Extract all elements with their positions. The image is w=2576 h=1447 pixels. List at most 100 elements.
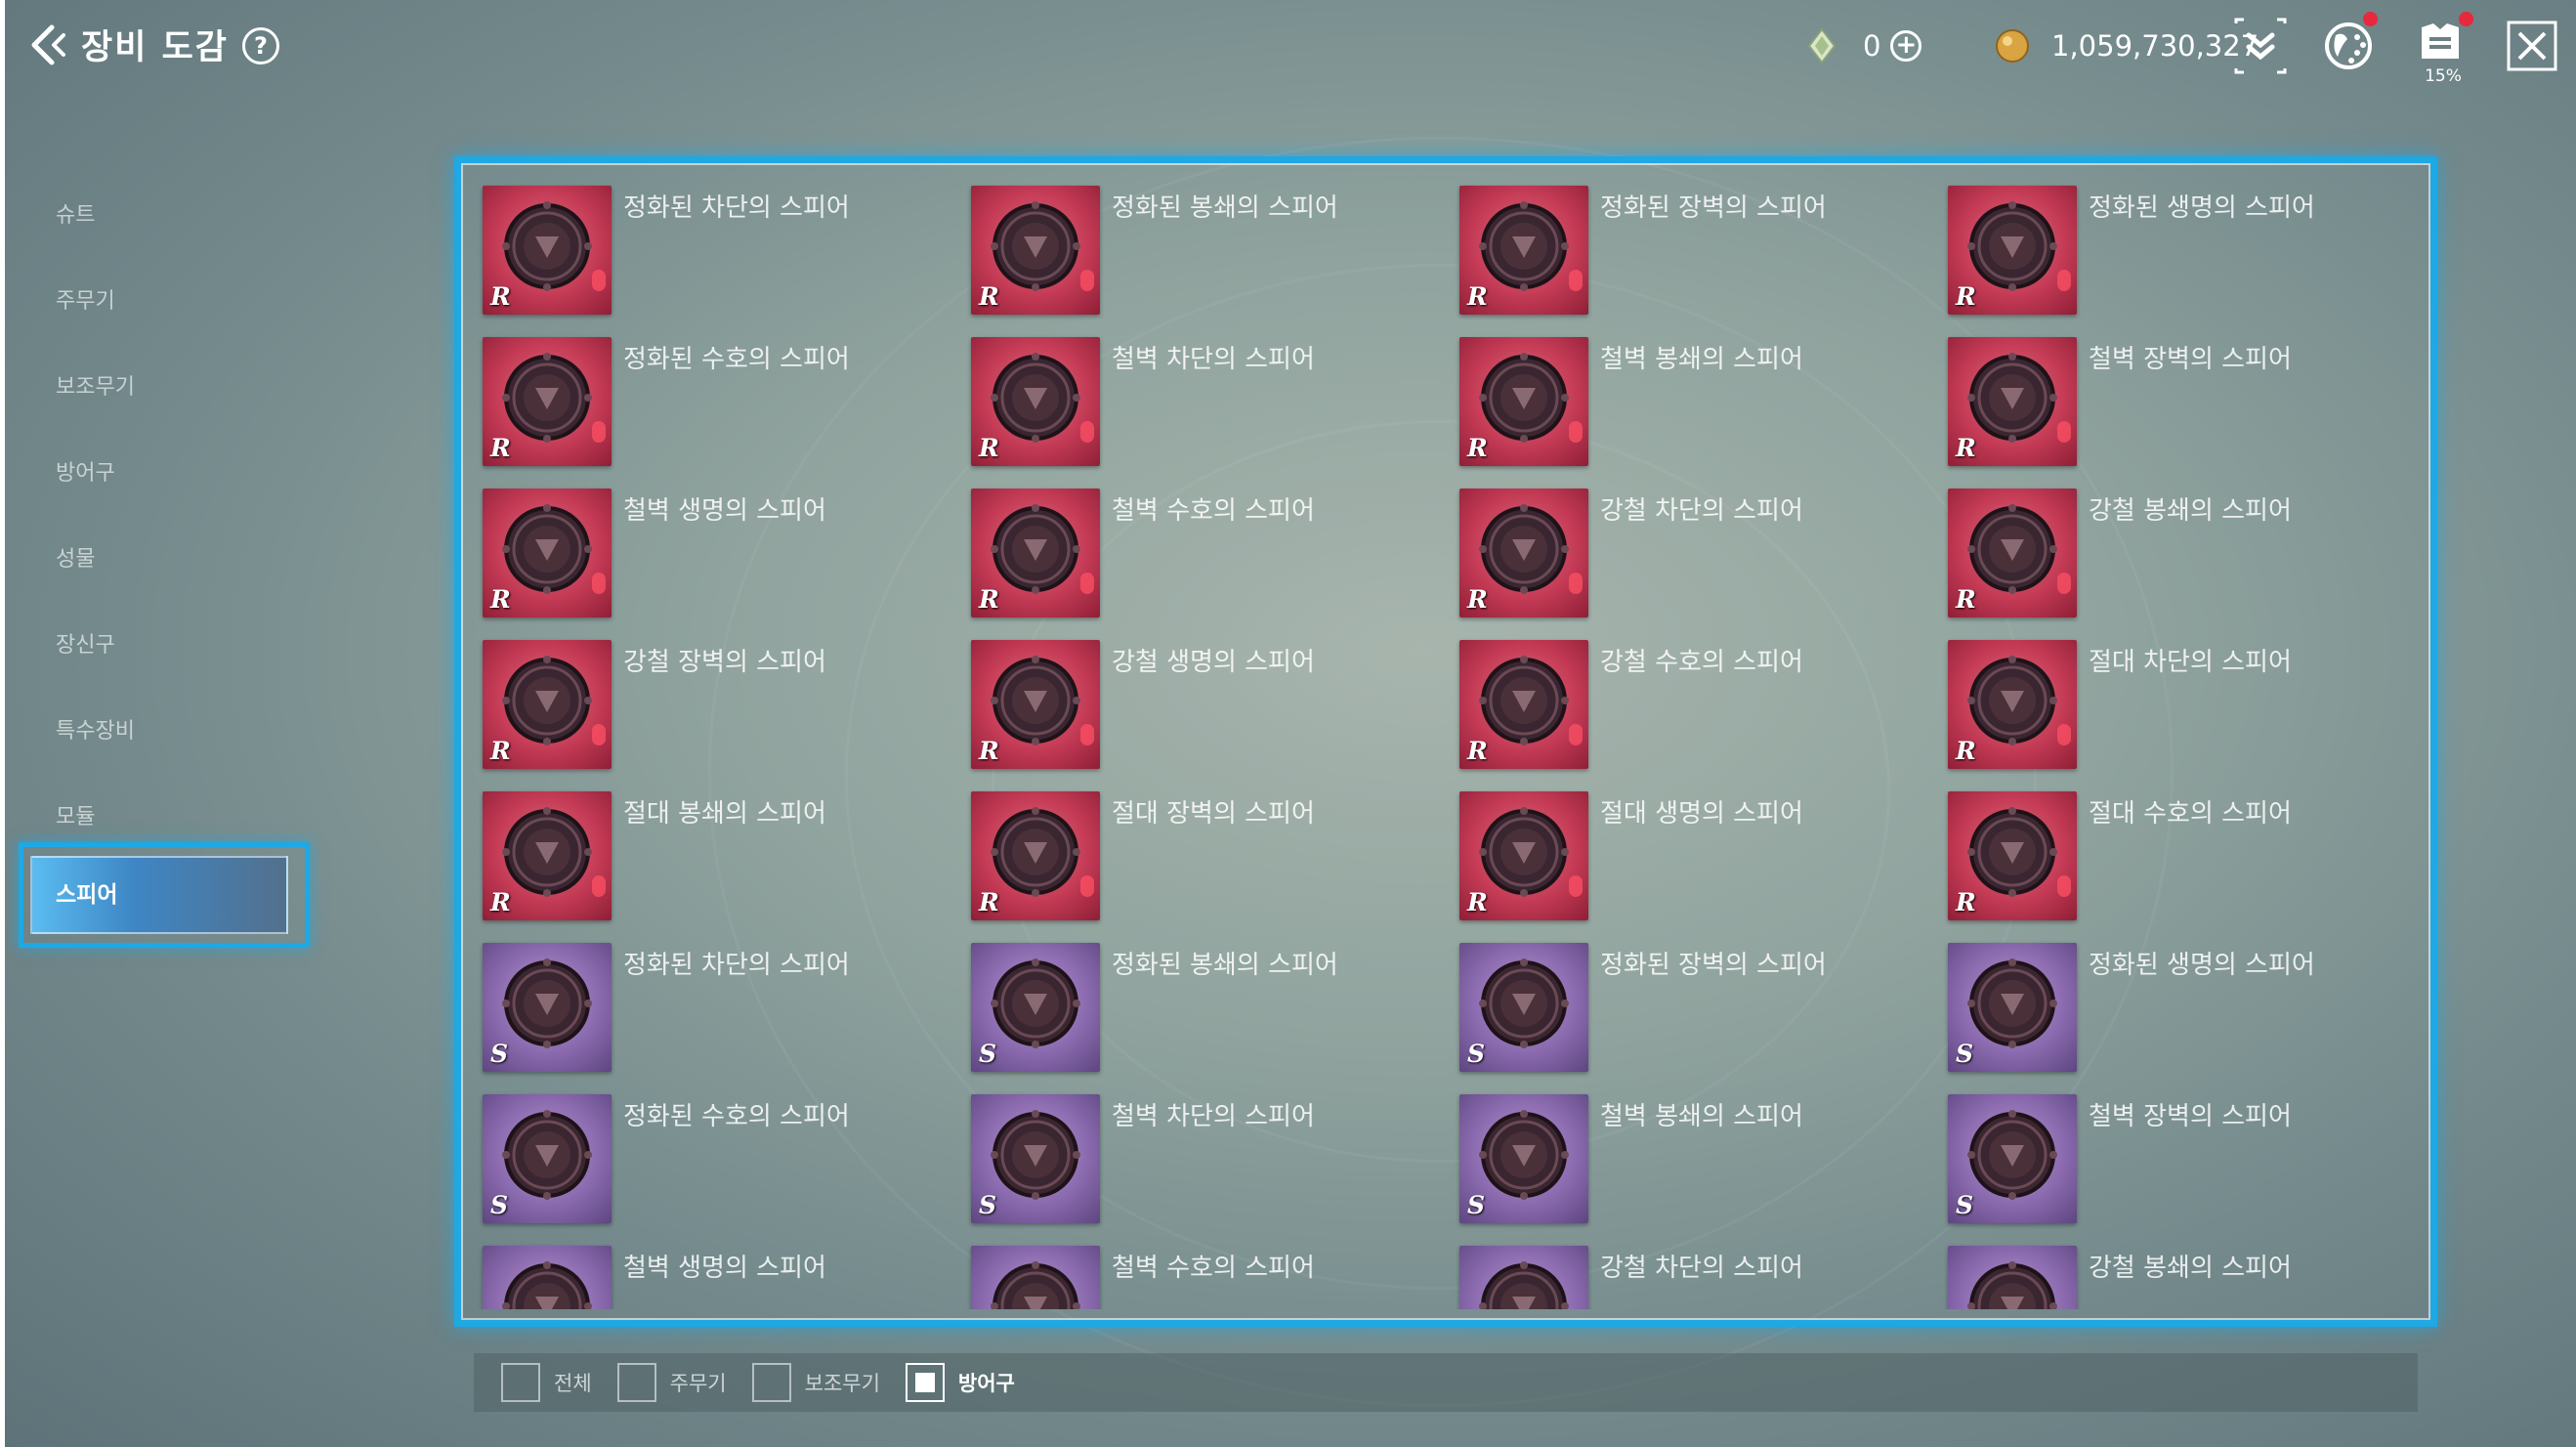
- sidebar-item-accessory[interactable]: 장신구: [56, 627, 115, 659]
- item-card[interactable]: R 강철 수호의 스피어: [1446, 628, 1934, 780]
- item-card[interactable]: S 정화된 생명의 스피어: [1934, 931, 2423, 1083]
- item-name: 정화된 차단의 스피어: [623, 951, 850, 980]
- filter-sub-weapon-checkbox[interactable]: [751, 1363, 791, 1402]
- sidebar-item-sphere[interactable]: 스피어: [30, 856, 288, 934]
- item-icon: S: [971, 943, 1100, 1072]
- notification-dot: [2459, 12, 2473, 26]
- item-socket-gem: [1080, 270, 1094, 291]
- item-grade: R: [1956, 888, 1976, 916]
- item-name: 정화된 봉쇄의 스피어: [1112, 193, 1338, 223]
- item-grade: R: [490, 585, 511, 614]
- filter-main-weapon[interactable]: 주무기: [616, 1363, 727, 1402]
- top-bar: 장비 도감 ? 0 + 1,059,730,327 15%: [5, 0, 2576, 98]
- item-socket-gem: [1080, 875, 1094, 897]
- item-card[interactable]: R 철벽 수호의 스피어: [957, 477, 1446, 628]
- item-card[interactable]: S 철벽 수호의 스피어: [957, 1234, 1446, 1309]
- item-card[interactable]: S 철벽 생명의 스피어: [469, 1234, 957, 1309]
- item-icon: R: [483, 640, 612, 769]
- item-grade: S: [979, 1191, 997, 1219]
- item-grid-viewport[interactable]: R 정화된 차단의 스피어 R 정화된 봉쇄의 스피어 R 정화된 장벽의 스피…: [469, 174, 2423, 1309]
- item-grade: S: [979, 1040, 997, 1068]
- sidebar-item-sub-weapon[interactable]: 보조무기: [56, 369, 135, 401]
- item-grade: S: [1956, 1191, 1974, 1219]
- gold-currency: 1,059,730,327: [1993, 21, 2259, 70]
- close-button[interactable]: [2502, 16, 2562, 76]
- item-icon: S: [1459, 1246, 1588, 1309]
- expand-menu-button[interactable]: [2230, 16, 2291, 76]
- item-card[interactable]: R 절대 생명의 스피어: [1446, 780, 1934, 931]
- item-card[interactable]: R 정화된 생명의 스피어: [1934, 174, 2423, 325]
- item-card[interactable]: S 정화된 장벽의 스피어: [1446, 931, 1934, 1083]
- item-name: 정화된 생명의 스피어: [2089, 193, 2315, 223]
- item-grade: R: [490, 282, 511, 311]
- item-card[interactable]: R 정화된 차단의 스피어: [469, 174, 957, 325]
- item-card[interactable]: S 강철 봉쇄의 스피어: [1934, 1234, 2423, 1309]
- item-card[interactable]: R 절대 차단의 스피어: [1934, 628, 2423, 780]
- filter-main-weapon-label: 주무기: [669, 1372, 727, 1395]
- sidebar-item-module[interactable]: 모듈: [56, 799, 95, 830]
- item-name: 강철 봉쇄의 스피어: [2089, 496, 2292, 526]
- item-card[interactable]: R 강철 차단의 스피어: [1446, 477, 1934, 628]
- item-card[interactable]: S 정화된 수호의 스피어: [469, 1083, 957, 1234]
- item-card[interactable]: R 철벽 차단의 스피어: [957, 325, 1446, 477]
- item-card[interactable]: R 정화된 수호의 스피어: [469, 325, 957, 477]
- item-card[interactable]: R 정화된 봉쇄의 스피어: [957, 174, 1446, 325]
- item-card[interactable]: R 철벽 장벽의 스피어: [1934, 325, 2423, 477]
- item-icon: R: [1459, 186, 1588, 315]
- item-name: 철벽 봉쇄의 스피어: [1600, 345, 1803, 374]
- back-button[interactable]: [26, 18, 71, 72]
- item-name: 정화된 차단의 스피어: [623, 193, 850, 223]
- item-card[interactable]: S 철벽 장벽의 스피어: [1934, 1083, 2423, 1234]
- filter-all-checkbox[interactable]: [501, 1363, 540, 1402]
- filter-armor-checkbox[interactable]: [905, 1363, 945, 1402]
- sphere-icon: [991, 1261, 1080, 1309]
- item-grade: R: [979, 888, 999, 916]
- item-name: 철벽 수호의 스피어: [1112, 1254, 1315, 1283]
- item-icon: R: [1948, 337, 2077, 466]
- item-name: 철벽 장벽의 스피어: [2089, 345, 2292, 374]
- item-grade: R: [1956, 434, 1976, 462]
- sidebar-item-relic[interactable]: 성물: [56, 541, 95, 573]
- sidebar-item-armor[interactable]: 방어구: [56, 455, 115, 487]
- item-name: 강철 차단의 스피어: [1600, 496, 1803, 526]
- item-card[interactable]: R 철벽 봉쇄의 스피어: [1446, 325, 1934, 477]
- item-icon: R: [1459, 640, 1588, 769]
- help-button[interactable]: ?: [242, 27, 279, 64]
- sidebar-item-suit[interactable]: 슈트: [56, 197, 95, 229]
- item-card[interactable]: R 강철 봉쇄의 스피어: [1934, 477, 2423, 628]
- item-card[interactable]: R 강철 장벽의 스피어: [469, 628, 957, 780]
- item-icon: R: [1459, 489, 1588, 617]
- sidebar-item-main-weapon[interactable]: 주무기: [56, 283, 115, 315]
- item-icon: R: [971, 489, 1100, 617]
- item-card[interactable]: S 정화된 봉쇄의 스피어: [957, 931, 1446, 1083]
- filter-main-weapon-checkbox[interactable]: [616, 1363, 656, 1402]
- item-icon: R: [1948, 489, 2077, 617]
- item-card[interactable]: R 철벽 생명의 스피어: [469, 477, 957, 628]
- item-socket-gem: [1569, 875, 1583, 897]
- item-name: 절대 봉쇄의 스피어: [623, 799, 826, 829]
- item-card[interactable]: R 절대 수호의 스피어: [1934, 780, 2423, 931]
- item-socket-gem: [592, 573, 606, 594]
- item-socket-gem: [1080, 724, 1094, 745]
- item-card[interactable]: S 철벽 봉쇄의 스피어: [1446, 1083, 1934, 1234]
- item-card[interactable]: S 강철 차단의 스피어: [1446, 1234, 1934, 1309]
- item-grade: R: [1467, 282, 1488, 311]
- item-socket-gem: [1569, 270, 1583, 291]
- item-name: 절대 차단의 스피어: [2089, 648, 2292, 677]
- filter-sub-weapon[interactable]: 보조무기: [751, 1363, 880, 1402]
- item-card[interactable]: R 절대 봉쇄의 스피어: [469, 780, 957, 931]
- item-icon: S: [483, 1094, 612, 1223]
- world-map-button[interactable]: [2318, 12, 2379, 76]
- filter-armor[interactable]: 방어구: [905, 1363, 1015, 1402]
- filter-all[interactable]: 전체: [501, 1363, 592, 1402]
- item-card[interactable]: S 철벽 차단의 스피어: [957, 1083, 1446, 1234]
- sidebar-item-special-gear[interactable]: 특수장비: [56, 713, 135, 745]
- add-gem-button[interactable]: +: [1890, 30, 1922, 62]
- item-card[interactable]: R 정화된 장벽의 스피어: [1446, 174, 1934, 325]
- item-card[interactable]: R 절대 장벽의 스피어: [957, 780, 1446, 931]
- item-name: 정화된 봉쇄의 스피어: [1112, 951, 1338, 980]
- item-card[interactable]: S 정화된 차단의 스피어: [469, 931, 957, 1083]
- item-name: 철벽 차단의 스피어: [1112, 345, 1315, 374]
- item-card[interactable]: R 강철 생명의 스피어: [957, 628, 1446, 780]
- item-name: 철벽 봉쇄의 스피어: [1600, 1102, 1803, 1131]
